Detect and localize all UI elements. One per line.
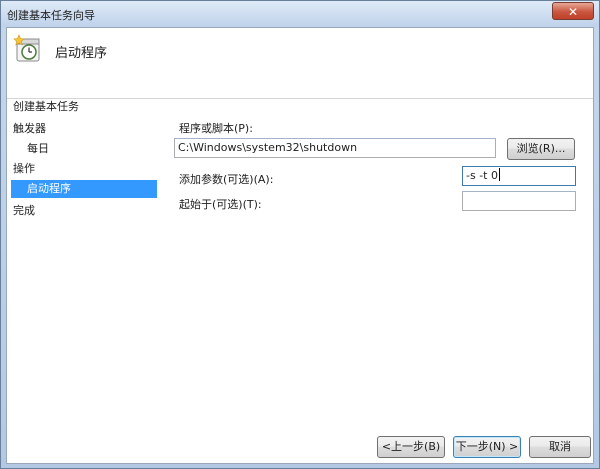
text-caret (498, 168, 500, 181)
sidebar-item-start-program[interactable]: 启动程序 (11, 180, 157, 198)
cancel-button[interactable]: 取消 (529, 436, 591, 458)
close-icon: ✕ (567, 5, 579, 19)
program-label: 程序或脚本(P): (179, 122, 253, 135)
args-input[interactable]: -s -t 0 (462, 166, 576, 186)
sidebar-heading: 创建基本任务 (13, 100, 79, 113)
page-title: 启动程序 (55, 46, 108, 61)
back-button[interactable]: <上一步(B) (377, 436, 445, 458)
args-input-value: -s -t 0 (466, 169, 498, 182)
sidebar-item-finish[interactable]: 完成 (13, 202, 35, 218)
wizard-window: 创建基本任务向导 ✕ 启动程序 创建基本任务 触发器 每日 操作 启动程序 完成… (0, 0, 600, 469)
next-button-label: 下一步(N) > (455, 440, 519, 453)
window-title: 创建基本任务向导 (7, 9, 95, 22)
header-band: 启动程序 (7, 28, 593, 99)
sidebar-item-trigger[interactable]: 触发器 (13, 120, 46, 136)
sidebar-item-daily[interactable]: 每日 (27, 140, 49, 156)
task-clock-icon (13, 34, 40, 62)
next-button[interactable]: 下一步(N) > (453, 436, 521, 458)
browse-button-label: 浏览(R)... (516, 142, 566, 155)
start-in-label: 起始于(可选)(T): (179, 198, 262, 211)
sidebar-item-action[interactable]: 操作 (13, 160, 35, 176)
title-bar[interactable]: 创建基本任务向导 ✕ (1, 1, 599, 27)
wizard-body: 启动程序 创建基本任务 触发器 每日 操作 启动程序 完成 程序或脚本(P): … (6, 27, 594, 464)
back-button-label: <上一步(B) (381, 440, 441, 453)
program-input[interactable]: C:\Windows\system32\shutdown (174, 138, 496, 158)
args-label: 添加参数(可选)(A): (179, 173, 274, 186)
close-button[interactable]: ✕ (552, 2, 594, 20)
browse-button[interactable]: 浏览(R)... (507, 138, 575, 160)
start-in-input[interactable] (462, 191, 576, 211)
cancel-button-label: 取消 (549, 440, 571, 453)
